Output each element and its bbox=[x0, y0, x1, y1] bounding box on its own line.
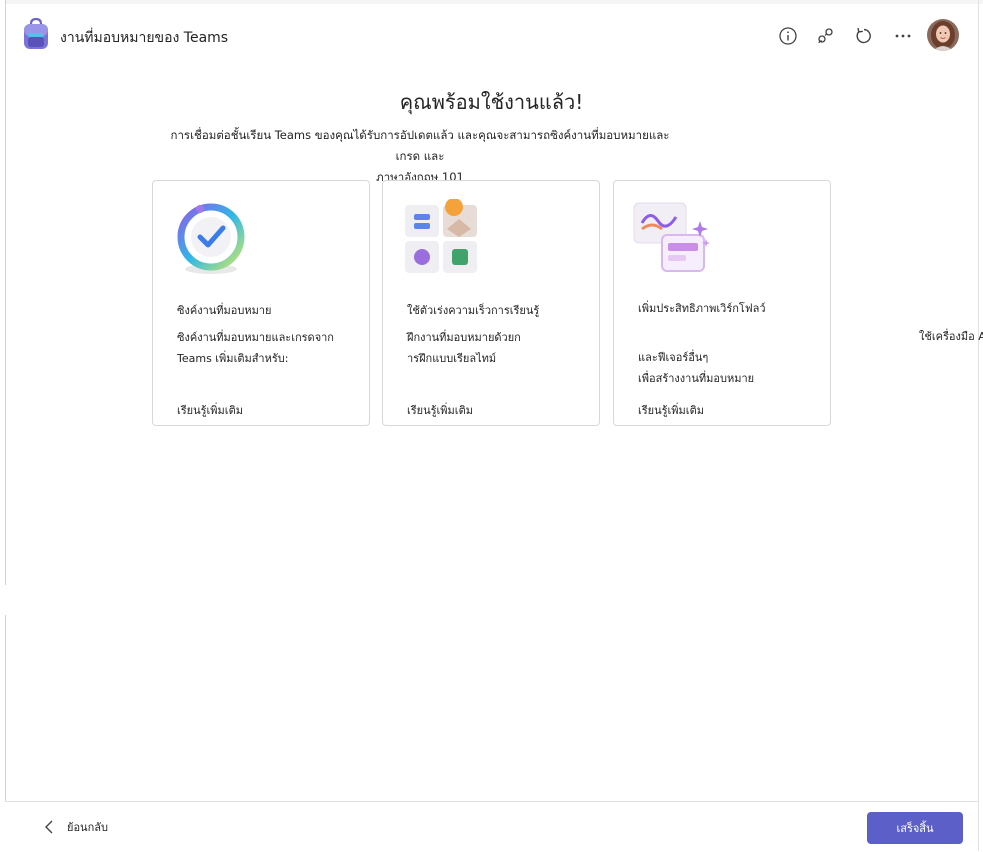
page-subtitle: การเชื่อมต่อชั้นเรียน Teams ของคุณได้รับ… bbox=[160, 125, 680, 188]
more-options-button[interactable] bbox=[892, 25, 914, 47]
card-description: ซิงค์งานที่มอบหมายและเกรดจาก Teams เพิ่ม… bbox=[177, 327, 347, 369]
workflow-ai-icon bbox=[632, 199, 712, 279]
info-icon bbox=[779, 27, 797, 45]
card-description: และฟีเจอร์อื่นๆ เพื่อสร้างงานที่มอบหมาย bbox=[638, 347, 808, 389]
learn-more-link[interactable]: เรียนรู้เพิ่มเติม bbox=[407, 401, 473, 419]
more-icon bbox=[895, 34, 911, 38]
backpack-icon bbox=[23, 17, 49, 50]
card-title: ซิงค์งานที่มอบหมาย bbox=[177, 304, 272, 317]
back-label: ย้อนกลับ bbox=[67, 821, 108, 834]
card-description-line: ซิงค์งานที่มอบหมายและเกรดจาก bbox=[177, 331, 334, 344]
learn-more-link[interactable]: เรียนรู้เพิ่มเติม bbox=[638, 401, 704, 419]
window-right-edge bbox=[978, 0, 983, 851]
user-avatar[interactable] bbox=[927, 19, 959, 51]
app-title: งานที่มอบหมายของ Teams bbox=[60, 30, 229, 46]
learn-more-link[interactable]: เรียนรู้เพิ่มเติม bbox=[177, 401, 243, 419]
footer-bar: ย้อนกลับ เสร็จสิ้น bbox=[5, 801, 978, 852]
learning-accelerators-icon bbox=[401, 198, 481, 279]
app-header: งานที่มอบหมายของ Teams bbox=[6, 4, 978, 68]
card-description-line: และฟีเจอร์อื่นๆ bbox=[638, 351, 709, 364]
share-icon bbox=[818, 28, 833, 44]
card-title: ใช้ตัวเร่งความเร็วการเรียนรู้ bbox=[407, 304, 540, 317]
feature-card-sync: ซิงค์งานที่มอบหมาย ซิงค์งานที่มอบหมายและ… bbox=[152, 180, 370, 426]
subtitle-line-1: การเชื่อมต่อชั้นเรียน Teams ของคุณได้รับ… bbox=[170, 128, 670, 163]
share-button[interactable] bbox=[815, 25, 837, 47]
card-description: ฝึกงานที่มอบหมายด้วยก ารฝึกแบบเรียลไทม์ bbox=[407, 327, 577, 369]
card-description-line: เพื่อสร้างงานที่มอบหมาย bbox=[638, 372, 755, 385]
feature-card-workflow: เพิ่มประสิทธิภาพเวิร์กโฟลว์ และฟีเจอร์อื… bbox=[613, 180, 831, 426]
refresh-button[interactable] bbox=[853, 25, 875, 47]
chevron-left-icon bbox=[45, 820, 53, 834]
page-title: คุณพร้อมใช้งานแล้ว! bbox=[399, 90, 584, 114]
finish-button[interactable]: เสร็จสิ้น bbox=[867, 812, 963, 844]
feature-card-accelerators: ใช้ตัวเร่งความเร็วการเรียนรู้ ฝึกงานที่ม… bbox=[382, 180, 600, 426]
sync-check-icon bbox=[171, 199, 251, 279]
overflow-text: ใช้เครื่องมือ AI bbox=[919, 330, 983, 343]
info-button[interactable] bbox=[777, 25, 799, 47]
back-button[interactable]: ย้อนกลับ bbox=[43, 818, 108, 836]
card-description-line: ารฝึกแบบเรียลไทม์ bbox=[407, 352, 497, 365]
card-description-line: Teams เพิ่มเติมสำหรับ: bbox=[177, 352, 289, 365]
card-description-line: ฝึกงานที่มอบหมายด้วยก bbox=[407, 331, 521, 344]
card-title: เพิ่มประสิทธิภาพเวิร์กโฟลว์ bbox=[638, 302, 766, 315]
refresh-icon bbox=[856, 27, 871, 44]
